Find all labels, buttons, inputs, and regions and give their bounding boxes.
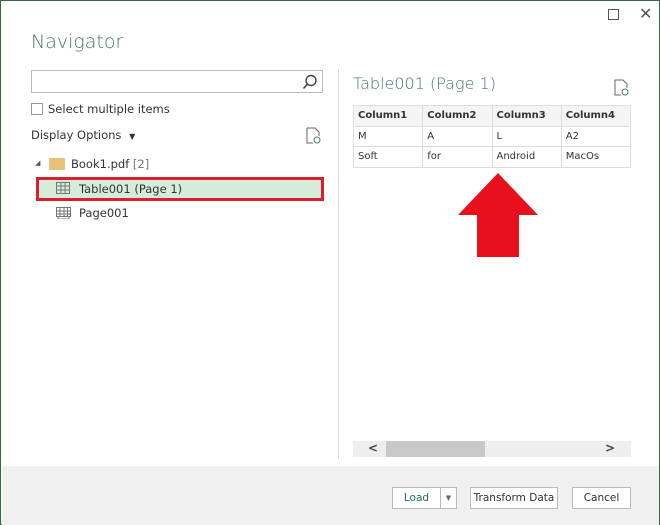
table-cell: Android — [491, 146, 562, 168]
table-icon — [56, 182, 70, 194]
refresh-icon[interactable] — [306, 127, 321, 144]
table-cell: for — [422, 146, 493, 168]
navigator-dialog: ✕ Navigator Select multiple items Displa… — [0, 0, 660, 525]
tree-item-label: Table001 (Page 1) — [79, 182, 183, 196]
close-button[interactable]: ✕ — [639, 4, 652, 23]
table-row: M A L A2 — [353, 125, 631, 147]
table-cell: M — [353, 125, 424, 147]
search-icon[interactable] — [302, 74, 318, 90]
column-header[interactable]: Column1 — [353, 105, 424, 127]
select-multiple-checkbox[interactable] — [31, 103, 43, 115]
table-cell: L — [491, 125, 562, 147]
scrollbar-thumb[interactable] — [386, 441, 485, 457]
maximize-button[interactable] — [608, 9, 619, 20]
folder-icon — [49, 158, 65, 170]
chevron-down-icon: ▼ — [445, 494, 452, 502]
cancel-button[interactable]: Cancel — [572, 487, 631, 509]
table-cell: MacOs — [560, 146, 631, 168]
preview-table: Column1 Column2 Column3 Column4 M A L A2… — [353, 105, 631, 168]
dialog-footer — [2, 466, 659, 525]
chevron-down-icon: ▼ — [129, 132, 136, 141]
pane-divider[interactable] — [338, 69, 339, 459]
table-cell: A — [422, 125, 493, 147]
preview-table-viewport: Column1 Column2 Column3 Column4 M A L A2… — [353, 105, 631, 169]
preview-title: Table001 (Page 1) — [353, 74, 496, 93]
tree-item-page001[interactable]: Page001 — [79, 206, 129, 220]
display-options-label: Display Options — [31, 128, 122, 142]
table-row: Soft for Android MacOs — [353, 146, 631, 168]
scroll-left-icon[interactable]: < — [368, 441, 378, 455]
column-header[interactable]: Column4 — [560, 105, 631, 127]
refresh-preview-icon[interactable] — [614, 79, 629, 96]
horizontal-scrollbar[interactable]: < > — [353, 441, 631, 457]
tree-root-count: [2] — [132, 157, 150, 171]
tree-root-label: Book1.pdf — [71, 157, 130, 171]
table-cell: A2 — [560, 125, 631, 147]
tree-root-book1[interactable]: Book1.pdf [2] — [71, 157, 149, 171]
column-header[interactable]: Column3 — [491, 105, 562, 127]
scroll-right-icon[interactable]: > — [605, 441, 615, 455]
transform-data-button[interactable]: Transform Data — [470, 487, 558, 509]
display-options-dropdown[interactable]: Display Options ▼ — [31, 128, 135, 142]
select-multiple-label: Select multiple items — [48, 102, 170, 116]
dialog-title: Navigator — [31, 31, 124, 53]
column-header[interactable]: Column2 — [422, 105, 493, 127]
red-arrow-annotation — [458, 173, 538, 257]
table-cell: Soft — [353, 146, 424, 168]
expand-arrow-icon[interactable]: ◢ — [35, 159, 40, 167]
table-header-row: Column1 Column2 Column3 Column4 — [353, 105, 631, 127]
search-input[interactable] — [31, 70, 323, 93]
load-button[interactable]: Load — [392, 487, 441, 509]
page-icon — [56, 207, 71, 219]
load-dropdown-button[interactable]: ▼ — [440, 487, 457, 509]
